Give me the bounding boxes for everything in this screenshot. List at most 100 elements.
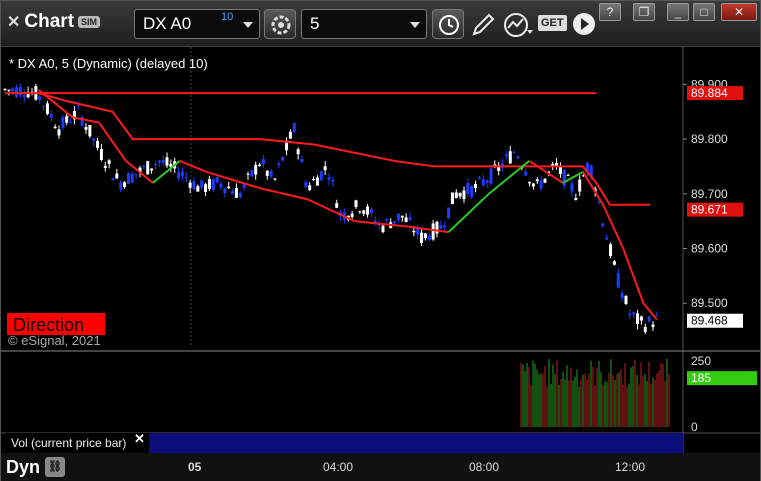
help-button[interactable]: ? xyxy=(599,3,621,21)
study-bar[interactable] xyxy=(149,433,683,453)
price-tick-label: 89.500 xyxy=(691,296,728,310)
price-bar xyxy=(466,182,470,194)
settings-button[interactable] xyxy=(264,9,296,39)
restore-button[interactable]: ❐ xyxy=(633,3,655,21)
link-icon[interactable]: ⛓ xyxy=(45,457,65,477)
price-bar xyxy=(146,161,150,175)
price-bar xyxy=(261,159,265,164)
symbol-input[interactable]: DX A0 10 xyxy=(134,9,260,39)
close-window-button[interactable]: ✕ xyxy=(721,3,757,21)
price-bar xyxy=(180,171,184,176)
price-bar xyxy=(250,169,254,177)
price-bar xyxy=(292,123,296,133)
copyright-text: © eSignal, 2021 xyxy=(8,333,101,348)
price-tick-label: 89.800 xyxy=(691,132,728,146)
price-bar xyxy=(327,177,331,180)
interval-input[interactable]: 5 xyxy=(301,9,427,39)
price-bar xyxy=(412,230,416,233)
price-tick-label: 89.700 xyxy=(691,187,728,201)
play-button[interactable] xyxy=(571,11,597,42)
price-bar xyxy=(258,164,262,166)
settings-icon xyxy=(271,15,291,35)
study-button[interactable] xyxy=(503,12,533,43)
clock-button[interactable] xyxy=(432,9,464,39)
price-bar xyxy=(632,312,636,315)
price-bar xyxy=(315,177,319,186)
price-bar xyxy=(61,117,65,128)
price-bar xyxy=(308,185,312,191)
price-bar xyxy=(265,170,269,176)
price-bar xyxy=(404,217,408,222)
price-bar xyxy=(215,177,219,183)
price-chart[interactable]: 89.90089.80089.70089.60089.50089.88489.6… xyxy=(1,47,760,453)
price-bar xyxy=(69,122,73,124)
price-bar xyxy=(99,149,103,160)
price-bar xyxy=(150,168,154,171)
symbol-value: DX A0 xyxy=(143,14,192,33)
price-tick-label: 89.600 xyxy=(691,242,728,256)
price-bar xyxy=(574,198,578,200)
price-bar xyxy=(516,156,520,159)
price-bar xyxy=(531,183,535,187)
price-bar xyxy=(38,96,42,100)
price-bar xyxy=(431,223,435,240)
chart-window: ✕ Chart SIM DX A0 10 5 GET ? ❐ _ □ ✕ 89.… xyxy=(0,0,761,481)
price-bar xyxy=(88,124,92,137)
price-bar xyxy=(65,116,69,123)
price-bar xyxy=(612,261,616,265)
price-bar xyxy=(335,203,339,208)
price-marker-label: 89.468 xyxy=(691,314,728,328)
minimize-button[interactable]: _ xyxy=(667,3,689,21)
time-tick-label: 05 xyxy=(188,460,202,474)
price-bar xyxy=(3,88,7,90)
price-bar xyxy=(15,87,19,97)
price-bar xyxy=(543,178,547,183)
pencil-button[interactable] xyxy=(470,12,496,43)
price-bar xyxy=(281,156,285,161)
price-bar xyxy=(609,244,613,257)
price-bar xyxy=(161,160,165,163)
volume-tick-label: 0 xyxy=(691,420,698,434)
price-bar xyxy=(639,316,643,321)
clock-icon xyxy=(439,15,459,35)
close-icon[interactable]: ✕ xyxy=(7,12,20,32)
time-tick-label: 04:00 xyxy=(323,460,354,474)
chevron-down-icon[interactable] xyxy=(243,22,253,28)
price-bar xyxy=(196,186,200,192)
time-tick-label: 12:00 xyxy=(615,460,646,474)
price-bar xyxy=(570,183,574,192)
price-bar xyxy=(462,190,466,200)
maximize-button[interactable]: □ xyxy=(693,3,715,21)
price-bar xyxy=(481,179,485,186)
get-button[interactable]: GET xyxy=(538,13,567,31)
price-bar xyxy=(204,184,208,192)
price-bar xyxy=(369,209,373,214)
price-bar xyxy=(620,293,624,299)
price-marker-label: 89.884 xyxy=(691,86,728,100)
price-bar xyxy=(96,141,100,148)
price-bar xyxy=(358,211,362,213)
price-bar xyxy=(207,179,211,189)
price-bar xyxy=(142,165,146,168)
time-tick-label: 08:00 xyxy=(469,460,500,474)
price-bar xyxy=(238,193,242,198)
price-bar xyxy=(7,89,11,91)
price-bar xyxy=(296,149,300,155)
price-bar xyxy=(447,207,451,219)
dyn-label[interactable]: Dyn xyxy=(6,457,40,478)
price-bar xyxy=(528,181,532,184)
price-bar xyxy=(126,173,130,184)
price-bar xyxy=(319,171,323,180)
price-bar xyxy=(601,223,605,227)
interval-value: 5 xyxy=(310,14,320,33)
price-bar xyxy=(354,200,358,208)
price-bar xyxy=(269,170,273,177)
symbol-delay-badge: 10 xyxy=(221,11,234,23)
chevron-down-icon[interactable] xyxy=(410,22,420,28)
close-icon[interactable]: ✕ xyxy=(134,431,145,447)
app-title: ✕ Chart SIM xyxy=(7,11,101,33)
pencil-icon xyxy=(472,13,495,36)
price-bar xyxy=(49,114,53,118)
price-bar xyxy=(535,179,539,182)
price-bar xyxy=(11,88,15,92)
